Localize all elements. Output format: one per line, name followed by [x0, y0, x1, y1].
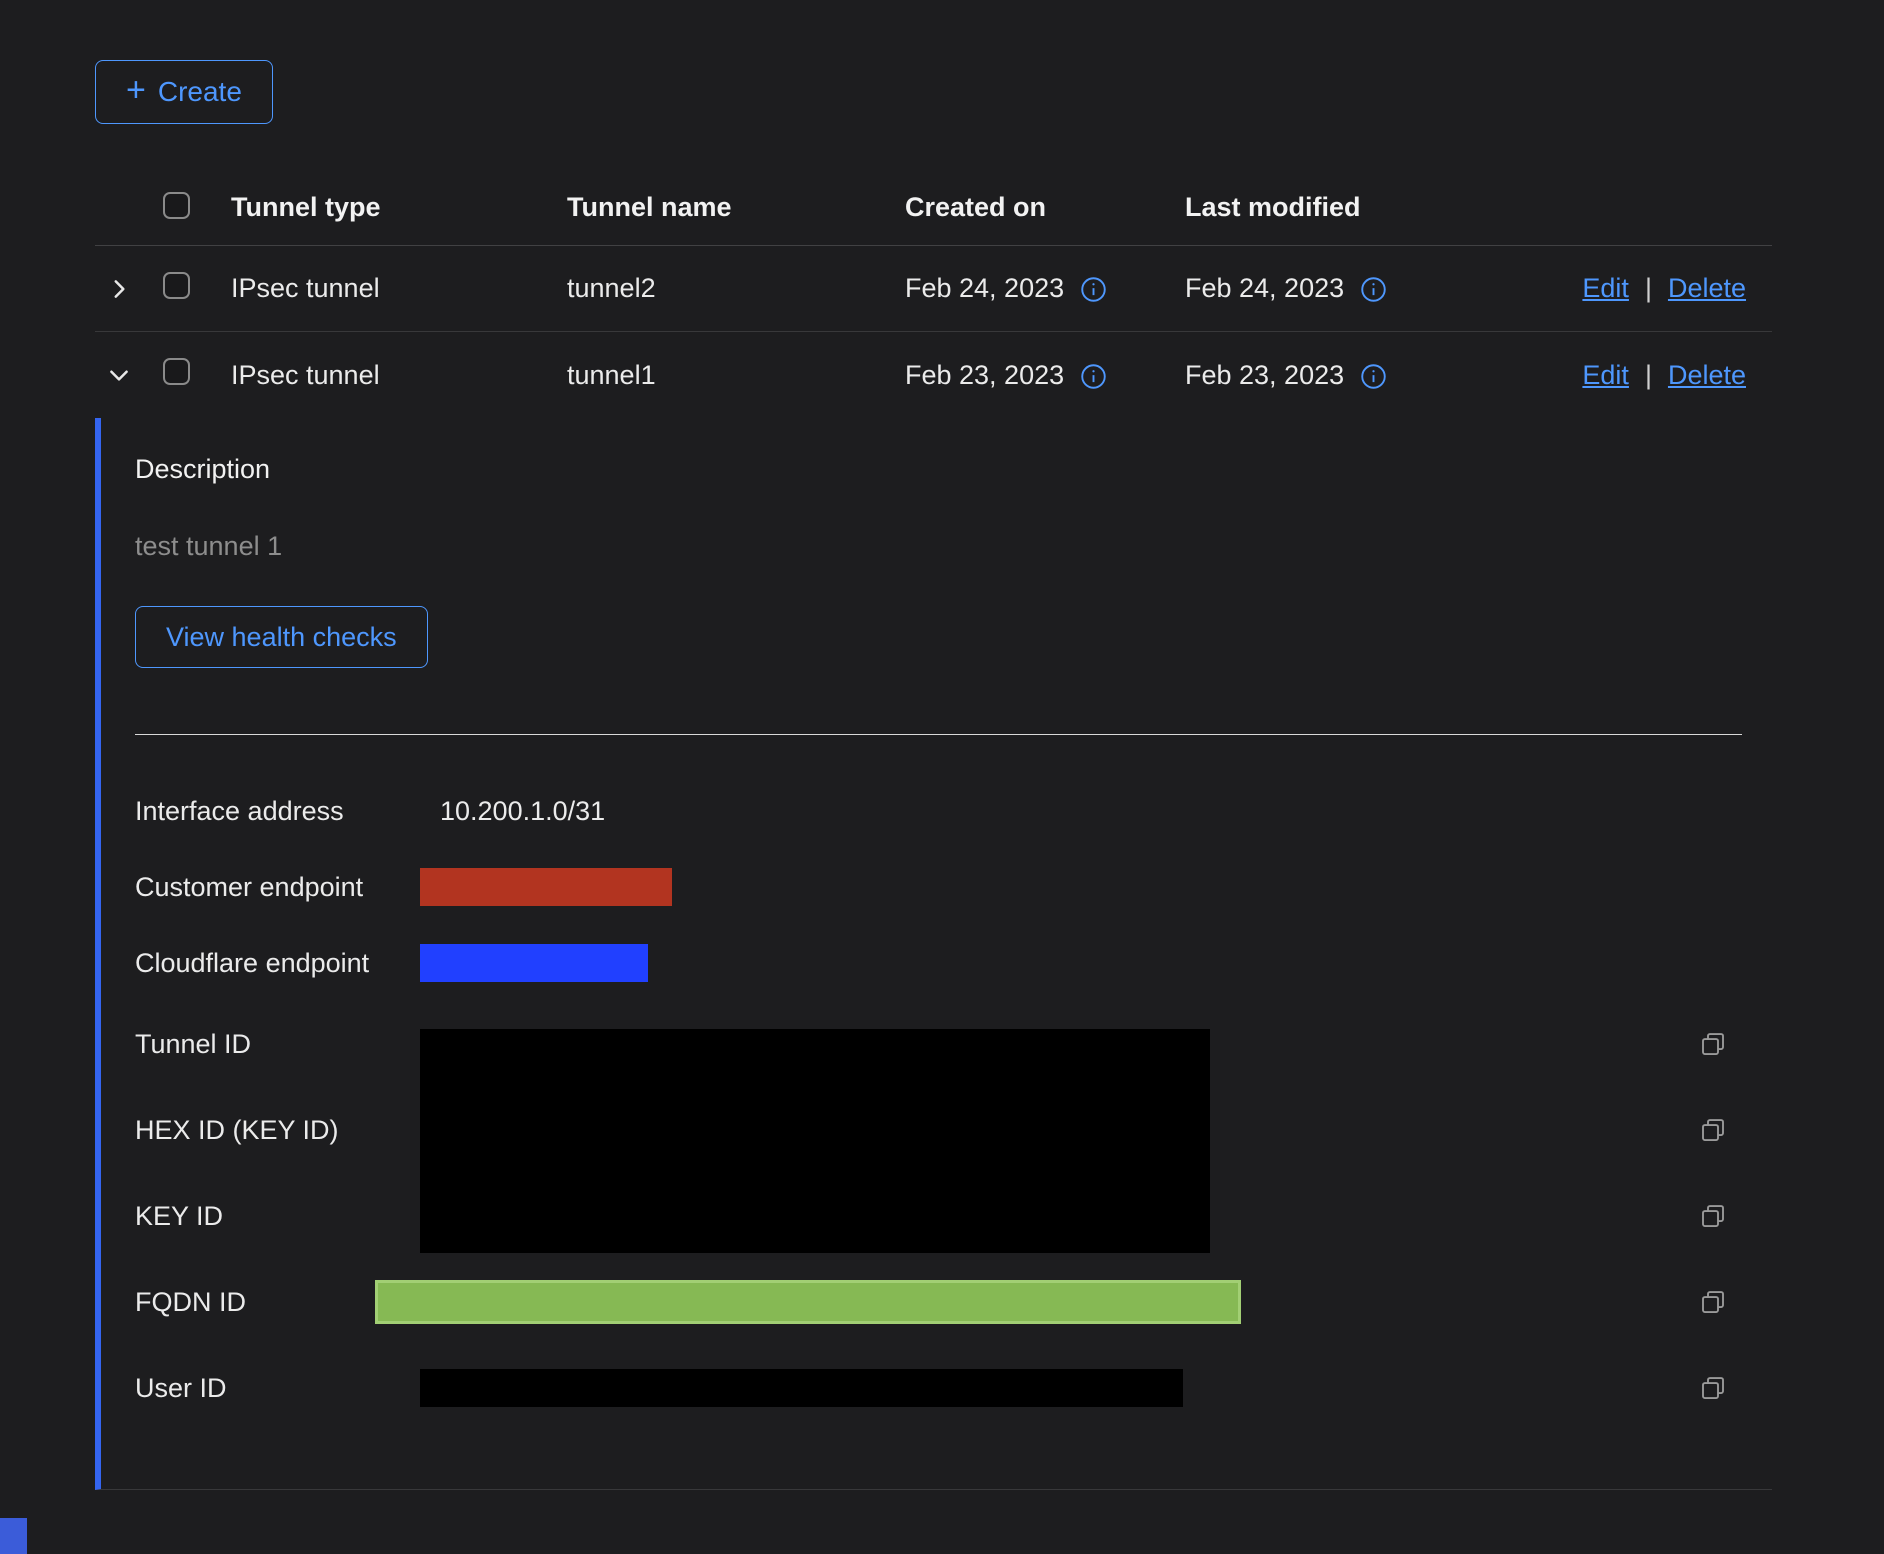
- tunnels-page: + Create Tunnel type Tunnel name Created…: [95, 60, 1772, 1490]
- delete-link[interactable]: Delete: [1668, 360, 1746, 391]
- last-modified-cell: Feb 23, 2023: [1185, 360, 1575, 391]
- field-cloudflare-endpoint: Cloudflare endpoint: [135, 925, 1772, 1001]
- last-modified-value: Feb 23, 2023: [1185, 360, 1344, 391]
- redacted-id-group: Tunnel ID HEX ID (KEY ID): [135, 1001, 1772, 1259]
- tunnel-name-value: tunnel2: [567, 273, 905, 304]
- redacted-cloudflare-endpoint: [420, 944, 648, 982]
- info-icon[interactable]: [1080, 363, 1107, 390]
- last-modified-cell: Feb 24, 2023: [1185, 273, 1575, 304]
- row-collapse-cell: [95, 362, 143, 388]
- row-actions-cell: Edit | Delete: [1575, 273, 1772, 304]
- column-header-created-on: Created on: [905, 192, 1185, 223]
- tunnel-type-value: IPsec tunnel: [231, 273, 567, 304]
- tunnel1-details-panel: Description test tunnel 1 View health ch…: [95, 418, 1772, 1490]
- created-on-cell: Feb 23, 2023: [905, 360, 1185, 391]
- field-label: Interface address: [135, 796, 420, 827]
- row-checkbox-cell: [143, 272, 231, 306]
- detail-field-list: Interface address 10.200.1.0/31 Customer…: [135, 773, 1772, 1431]
- row-expand-cell: [95, 276, 143, 302]
- edit-link[interactable]: Edit: [1582, 360, 1629, 391]
- edit-link[interactable]: Edit: [1582, 273, 1629, 304]
- redacted-customer-endpoint: [420, 868, 672, 906]
- select-all-checkbox[interactable]: [163, 192, 190, 219]
- action-separator: |: [1645, 273, 1652, 304]
- table-row-tunnel2: IPsec tunnel tunnel2 Feb 24, 2023 Feb 24…: [95, 246, 1772, 332]
- copy-cell: [1698, 1115, 1772, 1145]
- created-on-value: Feb 23, 2023: [905, 360, 1064, 391]
- description-label: Description: [135, 454, 1772, 485]
- column-header-tunnel-type: Tunnel type: [231, 192, 567, 223]
- description-value: test tunnel 1: [135, 531, 1772, 562]
- column-header-tunnel-name: Tunnel name: [567, 192, 905, 223]
- last-modified-value: Feb 24, 2023: [1185, 273, 1344, 304]
- info-icon[interactable]: [1360, 276, 1387, 303]
- field-fqdn-id: FQDN ID: [135, 1259, 1772, 1345]
- field-label: Customer endpoint: [135, 872, 420, 903]
- field-value-cell: [420, 868, 1698, 906]
- column-header-last-modified: Last modified: [1185, 192, 1575, 223]
- redacted-user-id: [420, 1369, 1183, 1407]
- header-checkbox-cell: [143, 192, 231, 224]
- copy-icon[interactable]: [1698, 1029, 1728, 1059]
- create-button[interactable]: + Create: [95, 60, 273, 124]
- table-row-tunnel1: IPsec tunnel tunnel1 Feb 23, 2023 Feb 23…: [95, 332, 1772, 418]
- row-checkbox-tunnel1[interactable]: [163, 358, 190, 385]
- copy-icon[interactable]: [1698, 1373, 1728, 1403]
- plus-icon: +: [126, 73, 146, 107]
- copy-icon[interactable]: [1698, 1115, 1728, 1145]
- copy-cell: [1698, 1287, 1772, 1317]
- copy-cell: [1698, 1373, 1772, 1403]
- row-actions-cell: Edit | Delete: [1575, 360, 1772, 391]
- tunnel-name-value: tunnel1: [567, 360, 905, 391]
- field-label: Cloudflare endpoint: [135, 948, 420, 979]
- created-on-value: Feb 24, 2023: [905, 273, 1064, 304]
- interface-address-value: 10.200.1.0/31: [440, 796, 605, 827]
- detail-divider: [135, 734, 1742, 735]
- row-checkbox-tunnel2[interactable]: [163, 272, 190, 299]
- copy-icon[interactable]: [1698, 1201, 1728, 1231]
- row-checkbox-cell: [143, 358, 231, 392]
- info-icon[interactable]: [1360, 363, 1387, 390]
- field-label: Tunnel ID: [135, 1029, 420, 1060]
- field-value-cell: [420, 1369, 1698, 1407]
- copy-cell: [1698, 1201, 1772, 1231]
- field-customer-endpoint: Customer endpoint: [135, 849, 1772, 925]
- field-value-cell: [420, 944, 1698, 982]
- action-separator: |: [1645, 360, 1652, 391]
- field-label: KEY ID: [135, 1201, 420, 1232]
- table-header-row: Tunnel type Tunnel name Created on Last …: [95, 170, 1772, 246]
- field-value-cell: 10.200.1.0/31: [420, 796, 1698, 827]
- copy-icon[interactable]: [1698, 1287, 1728, 1317]
- chevron-right-icon[interactable]: [106, 276, 132, 302]
- tunnel-type-value: IPsec tunnel: [231, 360, 567, 391]
- copy-cell: [1698, 1029, 1772, 1059]
- create-button-label: Create: [158, 76, 242, 108]
- info-icon[interactable]: [1080, 276, 1107, 303]
- field-user-id: User ID: [135, 1345, 1772, 1431]
- redacted-ids-block: [420, 1029, 1210, 1253]
- field-label: HEX ID (KEY ID): [135, 1115, 420, 1146]
- created-on-cell: Feb 24, 2023: [905, 273, 1185, 304]
- field-label: User ID: [135, 1373, 420, 1404]
- redacted-fqdn-id: [375, 1280, 1241, 1324]
- tunnels-table: Tunnel type Tunnel name Created on Last …: [95, 170, 1772, 1490]
- view-health-checks-button[interactable]: View health checks: [135, 606, 428, 668]
- delete-link[interactable]: Delete: [1668, 273, 1746, 304]
- chevron-down-icon[interactable]: [106, 362, 132, 388]
- field-value-cell: [420, 1280, 1698, 1324]
- bottom-left-accent: [0, 1518, 27, 1554]
- field-interface-address: Interface address 10.200.1.0/31: [135, 773, 1772, 849]
